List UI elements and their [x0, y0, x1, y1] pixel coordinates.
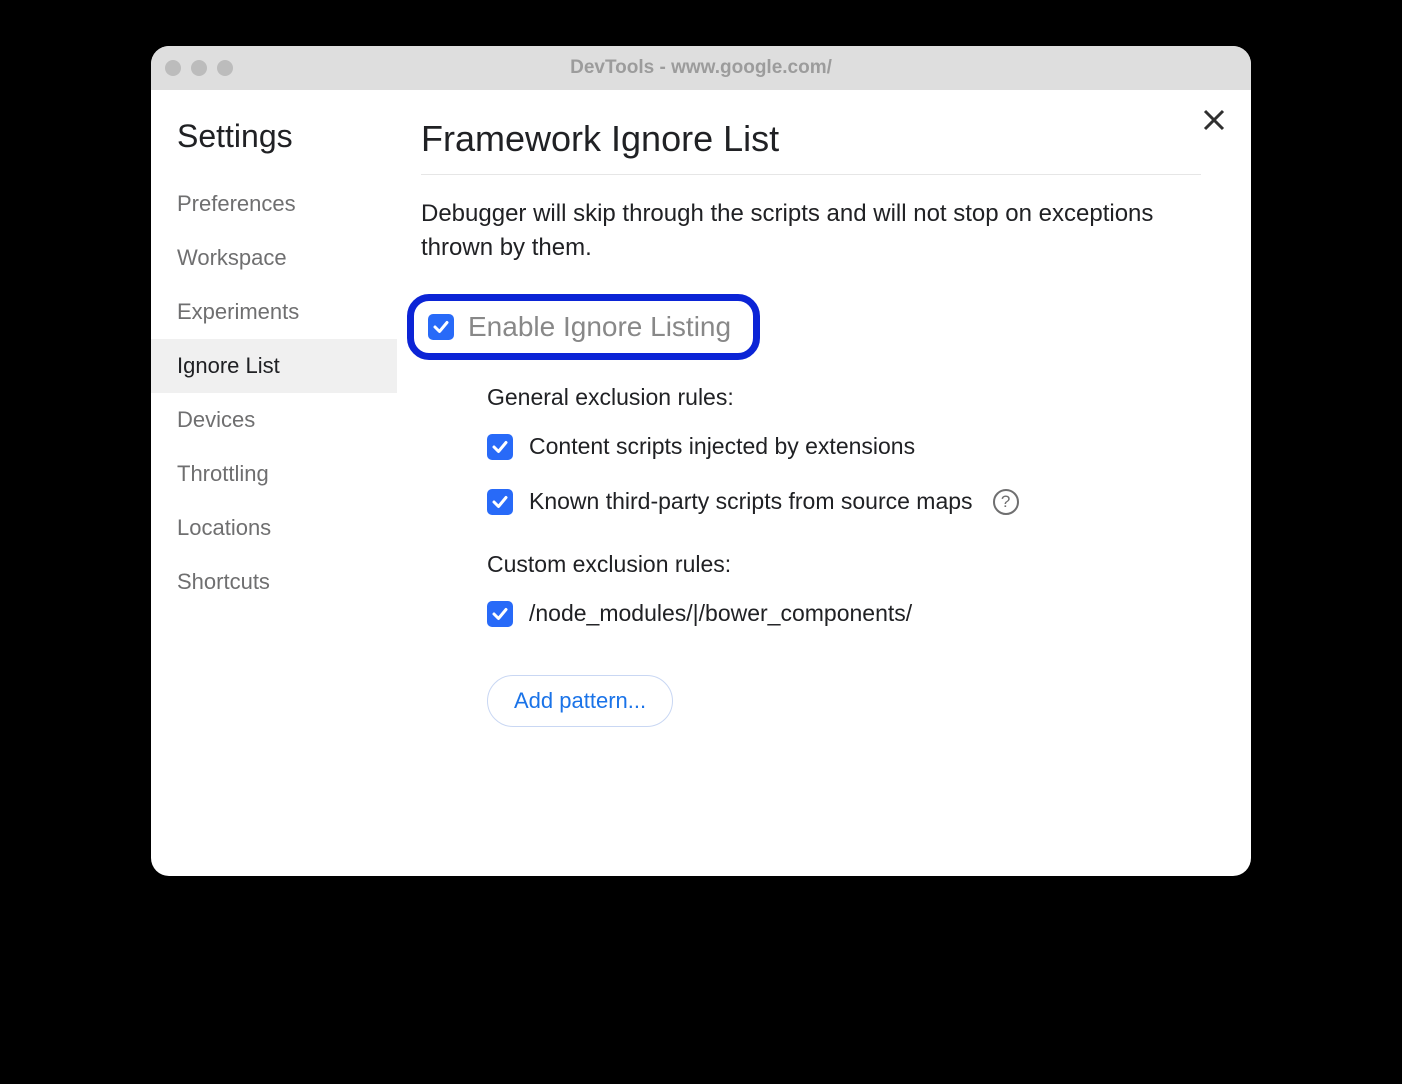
rule-label: Known third-party scripts from source ma… [529, 488, 973, 515]
titlebar: DevTools - www.google.com/ [151, 46, 1251, 90]
sidebar-item-devices[interactable]: Devices [173, 393, 397, 447]
rule-node-modules: /node_modules/|/bower_components/ [487, 600, 1201, 627]
page-description: Debugger will skip through the scripts a… [421, 197, 1201, 264]
custom-exclusion-title: Custom exclusion rules: [487, 551, 1201, 578]
content-area: Settings Preferences Workspace Experimen… [151, 90, 1251, 876]
general-exclusion-title: General exclusion rules: [487, 384, 1201, 411]
add-pattern-button[interactable]: Add pattern... [487, 675, 673, 727]
rule-content-scripts-checkbox[interactable] [487, 434, 513, 460]
close-traffic-light[interactable] [165, 60, 181, 76]
devtools-window: DevTools - www.google.com/ Settings Pref… [151, 46, 1251, 876]
sidebar-item-experiments[interactable]: Experiments [173, 285, 397, 339]
sidebar-item-ignore-list[interactable]: Ignore List [151, 339, 397, 393]
minimize-traffic-light[interactable] [191, 60, 207, 76]
enable-ignore-listing-row: Enable Ignore Listing [407, 294, 760, 360]
sidebar-title: Settings [173, 118, 397, 155]
enable-ignore-listing-checkbox[interactable] [428, 314, 454, 340]
sidebar-item-throttling[interactable]: Throttling [173, 447, 397, 501]
rule-third-party-scripts-checkbox[interactable] [487, 489, 513, 515]
sidebar-item-shortcuts[interactable]: Shortcuts [173, 555, 397, 609]
custom-exclusion-section: Custom exclusion rules: /node_modules/|/… [487, 551, 1201, 727]
general-exclusion-section: General exclusion rules: Content scripts… [487, 384, 1201, 515]
rule-node-modules-checkbox[interactable] [487, 601, 513, 627]
rule-third-party-scripts: Known third-party scripts from source ma… [487, 488, 1201, 515]
sidebar-item-workspace[interactable]: Workspace [173, 231, 397, 285]
settings-sidebar: Settings Preferences Workspace Experimen… [151, 90, 397, 876]
sidebar-item-locations[interactable]: Locations [173, 501, 397, 555]
window-title: DevTools - www.google.com/ [151, 57, 1251, 79]
sidebar-item-preferences[interactable]: Preferences [173, 177, 397, 231]
rule-content-scripts: Content scripts injected by extensions [487, 433, 1201, 460]
close-icon[interactable] [1203, 108, 1225, 136]
enable-ignore-listing-label: Enable Ignore Listing [468, 311, 731, 343]
rule-label: /node_modules/|/bower_components/ [529, 600, 912, 627]
traffic-lights [165, 60, 233, 76]
main-panel: Framework Ignore List Debugger will skip… [397, 90, 1251, 876]
page-title: Framework Ignore List [421, 118, 1201, 175]
rule-label: Content scripts injected by extensions [529, 433, 915, 460]
help-icon[interactable]: ? [993, 489, 1019, 515]
maximize-traffic-light[interactable] [217, 60, 233, 76]
